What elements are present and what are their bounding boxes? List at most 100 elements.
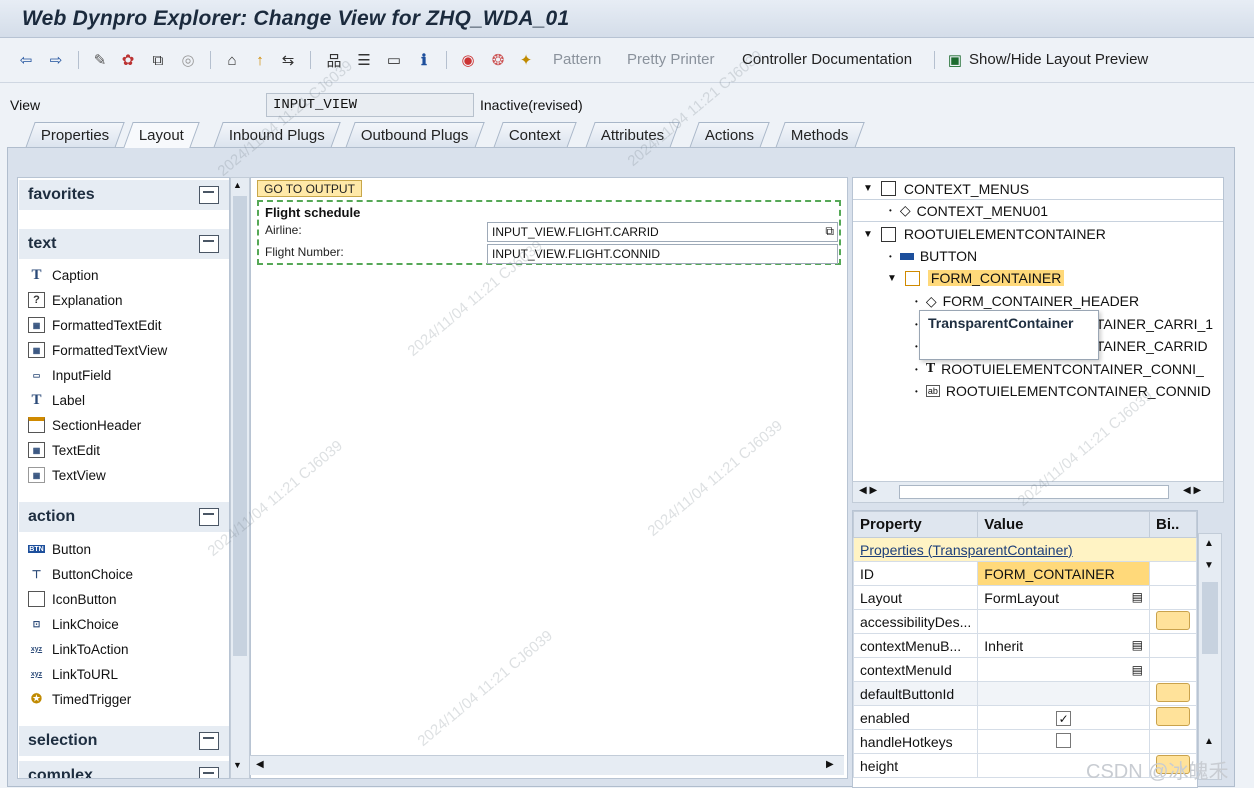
check-icon[interactable]: ✿ — [116, 49, 140, 71]
where-used-icon[interactable]: ◎ — [176, 49, 200, 71]
scroll-right-icon[interactable]: ◀ ▶ — [1183, 485, 1201, 496]
scroll-thumb[interactable] — [233, 196, 247, 656]
structure-icon[interactable]: 品 — [322, 49, 346, 71]
lib-textview[interactable]: ▦ TextView — [28, 464, 106, 486]
scroll-down-icon[interactable]: ▼ — [233, 760, 242, 770]
value-help-icon[interactable]: ⧉ — [825, 224, 834, 239]
navigate-icon[interactable]: ⇆ — [276, 49, 300, 71]
table-row[interactable]: contextMenuB... Inherit ▤ — [853, 633, 1197, 658]
test-icon[interactable]: ❂ — [486, 49, 510, 71]
scroll-thumb[interactable] — [1202, 582, 1218, 654]
tree-form-container[interactable]: ▼ FORM_CONTAINER — [853, 267, 1223, 289]
expand-arrow-icon[interactable]: ▼ — [887, 273, 897, 284]
lib-sectionheader[interactable]: SectionHeader — [28, 414, 141, 436]
expand-arrow-icon[interactable]: ▼ — [863, 183, 873, 194]
enabled-checkbox[interactable]: ✓ — [1056, 710, 1072, 726]
text-header[interactable]: text — [19, 229, 229, 259]
value-column-header[interactable]: Value — [977, 511, 1150, 538]
form-container-preview[interactable]: Flight schedule Airline: INPUT_VIEW.FLIG… — [257, 200, 841, 265]
binding-column-header[interactable]: Bi.. — [1149, 511, 1197, 538]
window-icon[interactable]: ▭ — [382, 49, 406, 71]
selection-header[interactable]: selection — [19, 726, 229, 756]
collapse-icon[interactable] — [199, 508, 219, 526]
table-row[interactable]: contextMenuId ▤ — [853, 657, 1197, 682]
lib-iconbutton[interactable]: IconButton — [28, 588, 117, 610]
tree-button[interactable]: • BUTTON — [853, 245, 1223, 267]
lib-explanation[interactable]: ? Explanation — [28, 289, 123, 311]
controller-documentation-button[interactable]: Controller Documentation — [742, 51, 912, 68]
tab-methods[interactable]: Methods — [775, 122, 865, 148]
properties-scrollbar[interactable]: ▲ ▼ ▲ — [1198, 533, 1222, 780]
scroll-down-icon[interactable]: ▼ — [1204, 560, 1214, 571]
wizard-icon[interactable]: ✦ — [514, 49, 538, 71]
hierarchy-icon[interactable]: ⌂ — [220, 49, 244, 71]
library-scrollbar[interactable]: ▲ ▼ — [230, 177, 250, 779]
tree-root-container[interactable]: ▼ ROOTUIELEMENTCONTAINER — [853, 223, 1223, 245]
tree-context-menus[interactable]: ▼ CONTEXT_MENUS — [853, 178, 1223, 200]
edit-icon[interactable]: ✎ — [88, 49, 112, 71]
tree-context-menu01[interactable]: • ◇ CONTEXT_MENU01 — [853, 200, 1223, 222]
tab-inbound-plugs[interactable]: Inbound Plugs — [213, 122, 341, 148]
context-menu-id-field[interactable]: ▤ — [977, 657, 1150, 682]
expand-arrow-icon[interactable]: ▼ — [863, 229, 873, 240]
tab-properties[interactable]: Properties — [25, 122, 126, 148]
tab-actions[interactable]: Actions — [689, 122, 770, 148]
favorites-header[interactable]: favorites — [19, 180, 229, 210]
default-button-id-field[interactable] — [977, 681, 1150, 706]
lib-formattedtextedit[interactable]: ▦ FormattedTextEdit — [28, 314, 162, 336]
lib-button[interactable]: BTN Button — [28, 538, 91, 560]
go-to-output-button[interactable]: GO TO OUTPUT — [257, 180, 362, 197]
collapse-icon[interactable] — [199, 235, 219, 253]
table-row[interactable]: ID FORM_CONTAINER — [853, 561, 1197, 586]
back-icon[interactable]: ⇦ — [14, 49, 38, 71]
action-header[interactable]: action — [19, 502, 229, 532]
complex-header[interactable]: complex — [19, 761, 229, 778]
table-row[interactable]: defaultButtonId — [853, 681, 1197, 706]
lib-caption[interactable]: T Caption — [28, 264, 98, 286]
info-pin-icon[interactable]: ↑ — [250, 49, 270, 71]
lib-buttonchoice[interactable]: ⊤ ButtonChoice — [28, 563, 133, 585]
tab-attributes[interactable]: Attributes — [585, 122, 681, 148]
dropdown-icon[interactable]: ▤ — [1132, 638, 1143, 652]
tree-conni[interactable]: • T ROOTUIELEMENTCONTAINER_CONNI_ — [853, 358, 1223, 380]
property-column-header[interactable]: Property — [853, 511, 979, 538]
tree-connid[interactable]: • ab ROOTUIELEMENTCONTAINER_CONNID — [853, 380, 1223, 402]
lib-linktourl[interactable]: xyz LinkToURL — [28, 663, 118, 685]
stop-icon[interactable]: ◉ — [456, 49, 480, 71]
show-hide-layout-preview-button[interactable]: Show/Hide Layout Preview — [969, 51, 1148, 68]
table-row[interactable]: accessibilityDes... — [853, 609, 1197, 634]
collapse-icon[interactable] — [199, 186, 219, 204]
tree-hscrollbar[interactable]: ◀ ▶ ◀ ▶ — [852, 481, 1224, 503]
activate-icon[interactable]: ⧉ — [146, 49, 170, 71]
info-icon[interactable]: ℹ — [412, 49, 436, 71]
binding-button[interactable] — [1156, 706, 1190, 726]
scroll-thumb[interactable] — [899, 485, 1169, 499]
pretty-printer-button[interactable]: Pretty Printer — [627, 51, 715, 68]
lib-textedit[interactable]: ▦ TextEdit — [28, 439, 100, 461]
table-row[interactable]: enabled ✓ — [853, 705, 1197, 730]
dropdown-icon[interactable]: ▤ — [1132, 590, 1143, 604]
layout-preview-icon[interactable]: ▣ — [946, 49, 964, 71]
lib-label[interactable]: T Label — [28, 389, 85, 411]
scroll-up-icon[interactable]: ▲ — [1204, 538, 1214, 549]
tree-form-container-header[interactable]: • ◇ FORM_CONTAINER_HEADER — [853, 290, 1223, 312]
layout-value-field[interactable]: FormLayout ▤ — [977, 585, 1150, 610]
dropdown-icon[interactable]: ▤ — [1132, 663, 1143, 677]
layout-canvas[interactable]: GO TO OUTPUT Flight schedule Airline: IN… — [250, 177, 848, 779]
scroll-left-icon[interactable]: ◀ — [256, 759, 264, 770]
lib-timedtrigger[interactable]: ✪ TimedTrigger — [28, 688, 131, 710]
scroll-up-icon[interactable]: ▲ — [1204, 736, 1214, 747]
view-name-field[interactable]: INPUT_VIEW — [266, 93, 474, 117]
canvas-hscrollbar[interactable]: ◀ ▶ — [250, 755, 844, 775]
properties-section[interactable]: Properties (TransparentContainer) — [853, 537, 1197, 562]
tab-layout[interactable]: Layout — [123, 122, 200, 148]
table-row[interactable]: Layout FormLayout ▤ — [853, 585, 1197, 610]
tab-context[interactable]: Context — [493, 122, 577, 148]
binding-button[interactable] — [1156, 610, 1190, 630]
lib-formattedtextview[interactable]: ▦ FormattedTextView — [28, 339, 167, 361]
handle-hotkeys-checkbox[interactable] — [1056, 732, 1072, 748]
id-value-field[interactable]: FORM_CONTAINER — [977, 561, 1150, 586]
scroll-right-icon[interactable]: ▶ — [826, 759, 834, 770]
lib-linktoaction[interactable]: xyz LinkToAction — [28, 638, 129, 660]
lib-linkchoice[interactable]: ⊡ LinkChoice — [28, 613, 119, 635]
